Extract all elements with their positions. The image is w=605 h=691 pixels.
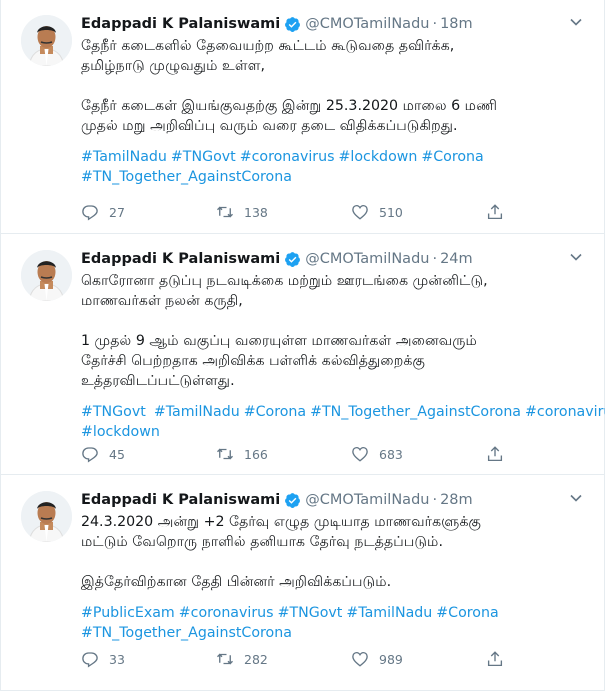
share-icon [487, 651, 503, 667]
chevron-down-icon[interactable] [569, 491, 583, 505]
hashtag-link[interactable]: #TN_Together_AgainstCorona [81, 169, 292, 185]
author-handle[interactable]: @CMOTamilNadu [305, 492, 429, 508]
reply-button[interactable]: 33 [81, 650, 125, 668]
author-name[interactable]: Edappadi K Palaniswami [81, 16, 280, 32]
hashtag-link[interactable]: #Corona [244, 404, 306, 420]
retweet-icon [217, 206, 233, 218]
heart-icon [352, 651, 368, 667]
reply-count: 33 [109, 651, 125, 667]
share-icon [487, 446, 503, 462]
hashtag-link[interactable]: #Corona [421, 149, 483, 165]
verified-badge-icon [285, 251, 301, 267]
tweet[interactable]: Edappadi K Palaniswami @CMOTamilNadu · 2… [1, 235, 605, 475]
hashtag-link[interactable]: #TNGovt [171, 149, 236, 165]
like-count: 510 [379, 204, 403, 220]
tweet[interactable]: Edappadi K Palaniswami @CMOTamilNadu · 1… [1, 0, 604, 234]
chevron-down-icon[interactable] [569, 15, 583, 29]
hashtag-link[interactable]: #coronavirus [525, 404, 605, 420]
author-handle[interactable]: @CMOTamilNadu [305, 16, 429, 32]
hashtag-link[interactable]: #coronavirus [179, 605, 274, 621]
hashtag-link[interactable]: #TNGovt [278, 605, 343, 621]
share-button[interactable] [486, 445, 514, 463]
tweet-content: Edappadi K Palaniswami @CMOTamilNadu · 1… [81, 13, 583, 187]
like-button[interactable]: 989 [351, 650, 403, 668]
like-button[interactable]: 683 [351, 445, 403, 463]
retweet-count: 166 [244, 446, 268, 462]
verified-badge-icon [285, 16, 301, 32]
tweet-header: Edappadi K Palaniswami @CMOTamilNadu · 2… [81, 489, 581, 511]
hashtags: #TamilNadu #TNGovt #coronavirus #lockdown #C… [81, 147, 581, 187]
hashtag-link[interactable]: #lockdown [81, 424, 160, 440]
reply-icon [82, 447, 98, 463]
hashtag-link[interactable]: #TamilNadu [154, 404, 240, 420]
heart-icon [352, 446, 368, 462]
author-name[interactable]: Edappadi K Palaniswami [81, 251, 280, 267]
hashtag-link[interactable]: #TNGovt [81, 404, 146, 420]
like-count: 989 [379, 651, 403, 667]
tweet-text: இத்தேர்விற்கான தேதி பின்னர் அறிவிக்கப்பட… [81, 574, 392, 590]
retweet-icon [217, 653, 233, 665]
hashtag-link[interactable]: #PublicExam [81, 605, 175, 621]
hashtag-link[interactable]: #Corona [436, 605, 498, 621]
tweet-actions: 27 138 510 [81, 201, 511, 223]
tweet-text: தேநீர் கடைகளில் தேவையற்ற கூட்டம் கூடுவதை… [81, 38, 455, 74]
hashtag-link[interactable]: #lockdown [339, 149, 418, 165]
retweet-button[interactable]: 282 [216, 650, 268, 668]
timestamp[interactable]: 24m [440, 251, 473, 267]
reply-count: 27 [109, 204, 125, 220]
avatar[interactable] [21, 491, 72, 542]
heart-icon [352, 204, 368, 220]
chevron-down-icon[interactable] [569, 250, 583, 264]
avatar[interactable] [21, 250, 72, 301]
tweet-actions: 45 166 683 [81, 443, 511, 465]
hashtag-link[interactable]: #TN_Together_AgainstCorona [310, 404, 521, 420]
like-count: 683 [379, 446, 403, 462]
tweet-feed: Edappadi K Palaniswami @CMOTamilNadu · 1… [0, 0, 605, 691]
share-button[interactable] [486, 650, 514, 668]
reply-button[interactable]: 27 [81, 203, 125, 221]
retweet-button[interactable]: 166 [216, 445, 268, 463]
retweet-count: 282 [244, 651, 268, 667]
tweet-content: Edappadi K Palaniswami @CMOTamilNadu · 2… [81, 248, 605, 442]
reply-icon [82, 205, 98, 221]
tweet-text: 24.3.2020 அன்று +2 தேர்வு எழுத முடியாத ம… [81, 514, 482, 550]
tweet-text: தேநீர் கடைகள் இயங்குவதற்கு இன்று 25.3.20… [81, 98, 498, 134]
timestamp[interactable]: 28m [440, 492, 473, 508]
verified-badge-icon [285, 492, 301, 508]
tweet-text: 1 முதல் 9 ஆம் வகுப்பு வரையுள்ள மாணவர்கள்… [81, 333, 477, 389]
share-icon [487, 204, 503, 220]
retweet-count: 138 [244, 204, 268, 220]
tweet-text: கொரோனா தடுப்பு நடவடிக்கை மற்றும் ஊரடங்கை… [81, 273, 488, 309]
reply-button[interactable]: 45 [81, 445, 125, 463]
tweet-header: Edappadi K Palaniswami @CMOTamilNadu · 2… [81, 248, 581, 270]
tweet-content: Edappadi K Palaniswami @CMOTamilNadu · 2… [81, 489, 583, 643]
like-button[interactable]: 510 [351, 203, 403, 221]
retweet-icon [217, 448, 233, 460]
hashtags: #TNGovt #TamilNadu #Corona #TN_Together_Aga… [81, 402, 605, 442]
reply-count: 45 [109, 446, 125, 462]
hashtag-link[interactable]: #TamilNadu [346, 605, 432, 621]
hashtag-link[interactable]: #TN_Together_AgainstCorona [81, 625, 292, 641]
avatar[interactable] [21, 15, 72, 66]
separator-dot: · [432, 492, 438, 508]
tweet[interactable]: Edappadi K Palaniswami @CMOTamilNadu · 2… [1, 476, 604, 691]
reply-icon [82, 652, 98, 668]
tweet-header: Edappadi K Palaniswami @CMOTamilNadu · 1… [81, 13, 581, 35]
share-button[interactable] [486, 203, 514, 221]
hashtag-link[interactable]: #TamilNadu [81, 149, 167, 165]
hashtags: #PublicExam #coronavirus #TNGovt #TamilNadu… [81, 603, 581, 643]
tweet-actions: 33 282 989 [81, 648, 511, 670]
separator-dot: · [432, 251, 438, 267]
timestamp[interactable]: 18m [440, 16, 473, 32]
separator-dot: · [432, 16, 438, 32]
author-name[interactable]: Edappadi K Palaniswami [81, 492, 280, 508]
hashtag-link[interactable]: #coronavirus [240, 149, 335, 165]
retweet-button[interactable]: 138 [216, 203, 268, 221]
author-handle[interactable]: @CMOTamilNadu [305, 251, 429, 267]
